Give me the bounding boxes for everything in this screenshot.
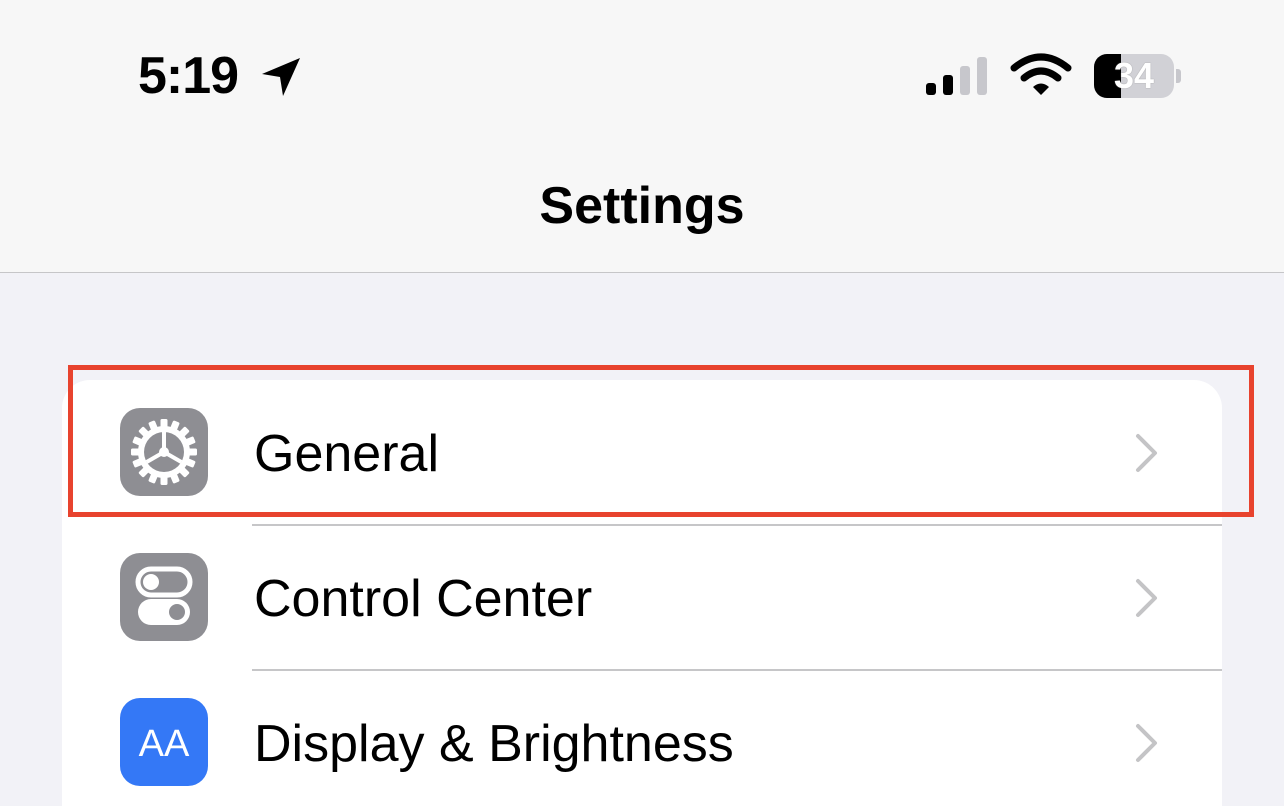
settings-screen: 5:19 34 Settings General Control Center …	[0, 0, 1284, 806]
settings-row-control-center[interactable]: Control Center	[62, 525, 1222, 669]
text-size-icon-glyph: AA	[139, 723, 190, 765]
location-arrow-icon	[262, 58, 300, 96]
gear-icon	[120, 408, 208, 496]
battery-percent: 34	[1113, 55, 1155, 96]
gear-icon-glyph	[131, 419, 197, 485]
battery-cap	[1176, 69, 1181, 83]
chevron-right-icon	[1136, 724, 1157, 762]
settings-group: General Control Center AA Display & Brig…	[62, 380, 1222, 806]
top-bar: 5:19 34 Settings	[0, 0, 1284, 273]
toggles-icon-glyph	[135, 566, 193, 625]
chevron-right-icon	[1136, 579, 1157, 617]
settings-row-label: General	[254, 425, 439, 483]
battery-indicator: 34	[1094, 54, 1181, 98]
toggles-icon	[120, 553, 208, 641]
settings-row-display-brightness[interactable]: AA Display & Brightness	[62, 670, 1222, 806]
status-time: 5:19	[138, 47, 239, 105]
wifi-icon	[1010, 53, 1072, 95]
settings-row-label: Display & Brightness	[254, 715, 734, 773]
battery-body: 34	[1094, 54, 1174, 98]
settings-row-label: Control Center	[254, 570, 593, 628]
chevron-right-icon	[1136, 434, 1157, 472]
settings-row-general[interactable]: General	[62, 380, 1222, 524]
text-size-icon-text: AA	[139, 723, 190, 765]
page-title: Settings	[539, 177, 745, 235]
text-size-icon: AA	[120, 698, 208, 786]
cellular-signal-icon	[926, 57, 987, 95]
